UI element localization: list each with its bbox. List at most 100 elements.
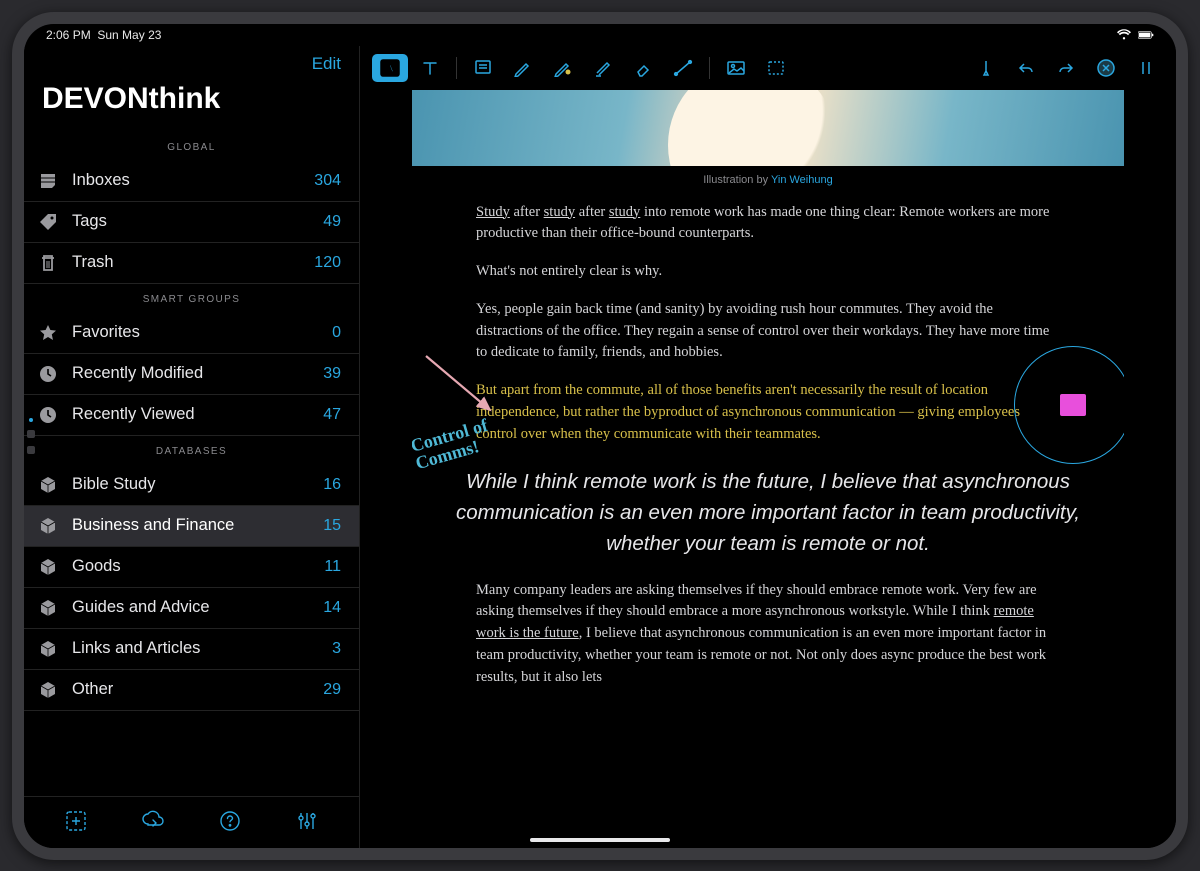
panel-handle[interactable]	[24, 401, 38, 471]
sidebar-item-count: 120	[314, 254, 341, 272]
database-icon	[38, 475, 58, 495]
sidebar-item-count: 14	[323, 599, 341, 617]
sidebar-item-label: Favorites	[72, 323, 318, 342]
sidebar-item-favorites[interactable]: Favorites 0	[24, 313, 359, 354]
sidebar-item-goods[interactable]: Goods 11	[24, 547, 359, 588]
app-title: DEVONthink	[24, 78, 359, 132]
help-button[interactable]	[212, 803, 248, 842]
sidebar-item-label: Recently Modified	[72, 364, 309, 383]
sidebar-item-label: Inboxes	[72, 171, 300, 190]
new-item-button[interactable]	[58, 803, 94, 842]
sidebar-item-tags[interactable]: Tags 49	[24, 202, 359, 243]
sidebar-item-links-and-articles[interactable]: Links and Articles 3	[24, 629, 359, 670]
sidebar-item-guides-and-advice[interactable]: Guides and Advice 14	[24, 588, 359, 629]
sidebar-item-label: Bible Study	[72, 475, 309, 494]
database-icon	[38, 598, 58, 618]
sidebar-item-count: 29	[323, 681, 341, 699]
tool-panel-toggle[interactable]	[1128, 54, 1164, 82]
status-time-date: 2:06 PM Sun May 23	[46, 28, 161, 42]
sidebar-item-business-and-finance[interactable]: Business and Finance 15	[24, 506, 359, 547]
sidebar-item-count: 0	[332, 324, 341, 342]
paragraph-4-highlighted: But apart from the commute, all of those…	[476, 380, 1060, 445]
sidebar-toolbar	[24, 796, 359, 848]
tool-stylus[interactable]	[968, 54, 1004, 82]
home-indicator[interactable]	[530, 838, 670, 842]
tool-eraser[interactable]	[625, 54, 661, 82]
app-body: Edit DEVONthink GLOBAL Inboxes304Tags49T…	[24, 46, 1176, 848]
section-header-databases: DATABASES	[24, 436, 359, 465]
document-page: Illustration by Yin Weihung Study after …	[412, 90, 1124, 828]
tool-pen[interactable]	[505, 54, 541, 82]
tool-text[interactable]	[412, 54, 448, 82]
screen: 2:06 PM Sun May 23 Edit DEVONthink GLOBA…	[24, 24, 1176, 848]
database-icon	[38, 639, 58, 659]
sidebar-item-bible-study[interactable]: Bible Study 16	[24, 465, 359, 506]
content-area: A	[360, 46, 1176, 848]
edit-button[interactable]: Edit	[312, 54, 341, 74]
database-icon	[38, 557, 58, 577]
sync-button[interactable]	[135, 803, 171, 842]
tool-undo[interactable]	[1008, 54, 1044, 82]
sidebar-item-recently-viewed[interactable]: Recently Viewed47	[24, 395, 359, 436]
tool-image[interactable]	[718, 54, 754, 82]
tool-line[interactable]	[665, 54, 701, 82]
status-bar: 2:06 PM Sun May 23	[24, 24, 1176, 46]
note-annotation[interactable]	[1014, 346, 1124, 464]
clock-icon	[38, 364, 58, 384]
battery-icon	[1138, 29, 1154, 41]
hero-illustration	[412, 90, 1124, 166]
illustrator-link[interactable]: Yin Weihung	[771, 174, 833, 186]
section-header-global: GLOBAL	[24, 132, 359, 161]
sidebar-item-recently-modified[interactable]: Recently Modified 39	[24, 354, 359, 395]
database-icon	[38, 680, 58, 700]
star-icon	[38, 323, 58, 343]
pull-quote: While I think remote work is the future,…	[442, 467, 1094, 559]
sidebar-item-label: Links and Articles	[72, 639, 318, 658]
annotation-toolbar: A	[360, 46, 1176, 90]
sidebar-item-other[interactable]: Other 29	[24, 670, 359, 711]
sidebar-item-label: Tags	[72, 212, 309, 231]
handwriting-annotation[interactable]: Control of Comms!	[412, 415, 495, 471]
sidebar-item-label: Recently Viewed	[72, 405, 309, 424]
settings-button[interactable]	[289, 803, 325, 842]
sidebar-item-trash[interactable]: Trash 120	[24, 243, 359, 284]
sidebar-item-inboxes[interactable]: Inboxes304	[24, 161, 359, 202]
ipad-frame: 2:06 PM Sun May 23 Edit DEVONthink GLOBA…	[12, 12, 1188, 860]
sidebar-item-count: 49	[323, 213, 341, 231]
paragraph-2: What's not entirely clear is why.	[476, 261, 1060, 283]
tool-highlighter-yellow[interactable]	[545, 54, 581, 82]
status-time: 2:06 PM	[46, 28, 91, 42]
paragraph-1: Study after study after study into remot…	[476, 202, 1060, 246]
sidebar-item-label: Business and Finance	[72, 516, 309, 535]
tool-note[interactable]	[465, 54, 501, 82]
tool-marker[interactable]	[585, 54, 621, 82]
sidebar-item-label: Guides and Advice	[72, 598, 309, 617]
clock-icon	[38, 405, 58, 425]
status-date: Sun May 23	[97, 28, 161, 42]
document-area[interactable]: Illustration by Yin Weihung Study after …	[360, 90, 1176, 848]
tool-select[interactable]	[758, 54, 794, 82]
sticky-note-icon	[1060, 394, 1086, 416]
tool-text-style[interactable]: A	[372, 54, 408, 82]
database-icon	[38, 516, 58, 536]
tool-redo[interactable]	[1048, 54, 1084, 82]
illustration-caption: Illustration by Yin Weihung	[412, 174, 1124, 186]
wifi-icon	[1116, 29, 1132, 41]
sidebar-item-label: Other	[72, 680, 309, 699]
sidebar-item-count: 3	[332, 640, 341, 658]
sidebar-item-count: 15	[323, 517, 341, 535]
section-header-smart: SMART GROUPS	[24, 284, 359, 313]
svg-text:A: A	[386, 61, 395, 75]
trash-icon	[38, 253, 58, 273]
sidebar: Edit DEVONthink GLOBAL Inboxes304Tags49T…	[24, 46, 360, 848]
sidebar-item-label: Trash	[72, 253, 300, 272]
tool-close[interactable]	[1088, 54, 1124, 82]
sidebar-item-count: 39	[323, 365, 341, 383]
sidebar-item-label: Goods	[72, 557, 310, 576]
tag-icon	[38, 212, 58, 232]
inbox-icon	[38, 171, 58, 191]
paragraph-5: Many company leaders are asking themselv…	[476, 580, 1060, 689]
sidebar-item-count: 16	[323, 476, 341, 494]
sidebar-item-count: 11	[324, 558, 341, 576]
paragraph-3: Yes, people gain back time (and sanity) …	[476, 299, 1060, 364]
